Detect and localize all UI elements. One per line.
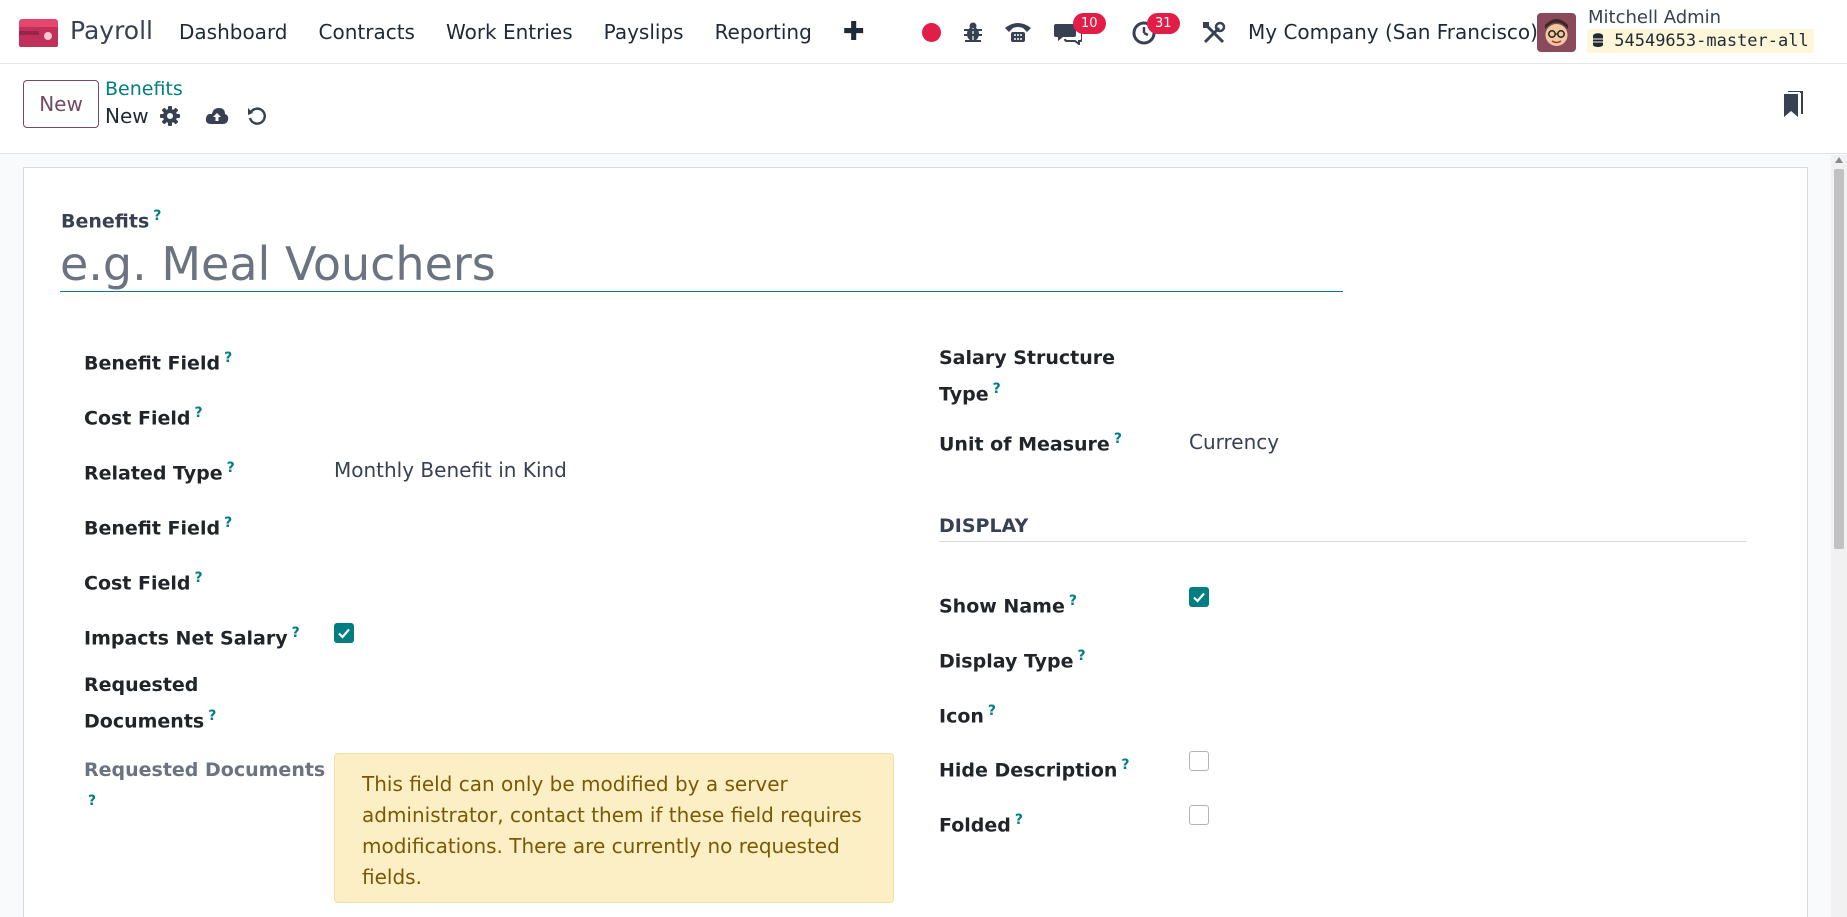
avatar[interactable] bbox=[1537, 13, 1576, 52]
menu-plus-button[interactable]: ✚ bbox=[843, 17, 865, 47]
database-name: 54549653-master-all bbox=[1614, 31, 1809, 51]
icon-label: Icon? bbox=[939, 703, 997, 728]
payroll-app-icon[interactable] bbox=[19, 19, 58, 47]
help-tooltip[interactable]: ? bbox=[208, 708, 216, 724]
help-tooltip[interactable]: ? bbox=[1015, 812, 1023, 828]
help-tooltip[interactable]: ? bbox=[195, 570, 203, 586]
database-badge: 54549653-master-all bbox=[1587, 29, 1814, 53]
help-tooltip[interactable]: ? bbox=[195, 405, 203, 421]
menu-payslips[interactable]: Payslips bbox=[604, 20, 684, 44]
display-section-header: DISPLAY bbox=[939, 515, 1747, 542]
title-label: Benefits? bbox=[61, 208, 162, 233]
gear-icon[interactable] bbox=[160, 106, 180, 126]
menu-contracts[interactable]: Contracts bbox=[319, 20, 415, 44]
help-tooltip[interactable]: ? bbox=[1069, 593, 1077, 609]
top-navbar: Payroll Dashboard Contracts Work Entries… bbox=[0, 0, 1847, 64]
new-button[interactable]: New bbox=[23, 80, 99, 128]
unit-of-measure-field[interactable]: Currency bbox=[1189, 430, 1279, 454]
related-type-field[interactable]: Monthly Benefit in Kind bbox=[334, 458, 567, 482]
benefit-name-input[interactable] bbox=[60, 236, 1343, 292]
activities-count-badge: 31 bbox=[1147, 13, 1180, 34]
help-tooltip[interactable]: ? bbox=[1114, 431, 1122, 447]
show-name-label: Show Name? bbox=[939, 593, 1077, 618]
folded-label: Folded? bbox=[939, 812, 1023, 837]
help-tooltip[interactable]: ? bbox=[224, 350, 232, 366]
bug-icon[interactable] bbox=[963, 21, 983, 43]
menu-dashboard[interactable]: Dashboard bbox=[179, 20, 288, 44]
help-tooltip[interactable]: ? bbox=[153, 208, 161, 224]
help-tooltip[interactable]: ? bbox=[993, 381, 1001, 397]
user-name[interactable]: Mitchell Admin bbox=[1588, 7, 1721, 28]
undo-icon[interactable] bbox=[247, 106, 267, 126]
help-tooltip[interactable]: ? bbox=[227, 460, 235, 476]
requested-documents-alert: This field can only be modified by a ser… bbox=[334, 753, 894, 903]
tools-icon[interactable] bbox=[1202, 21, 1226, 45]
salary-structure-type-label: Salary Structure Type? bbox=[939, 347, 1116, 406]
folded-checkbox[interactable] bbox=[1189, 805, 1209, 825]
impacts-net-salary-label: Impacts Net Salary? bbox=[84, 625, 300, 650]
breadcrumb-parent[interactable]: Benefits bbox=[105, 78, 183, 100]
impacts-net-salary-checkbox[interactable] bbox=[334, 623, 354, 643]
help-tooltip[interactable]: ? bbox=[292, 625, 300, 641]
checkmark-icon bbox=[1193, 592, 1205, 603]
main-menu: Dashboard Contracts Work Entries Payslip… bbox=[179, 0, 865, 64]
unit-of-measure-label: Unit of Measure? bbox=[939, 431, 1122, 456]
requested-documents-muted-label: Requested Documents? bbox=[84, 759, 326, 809]
control-panel: New Benefits New bbox=[0, 64, 1847, 154]
cloud-upload-icon[interactable] bbox=[205, 106, 229, 126]
help-tooltip[interactable]: ? bbox=[1078, 648, 1086, 664]
breadcrumb-current: New bbox=[105, 104, 149, 128]
form-sheet: Benefits? Benefit Field? Cost Field? Rel… bbox=[23, 167, 1808, 917]
app-name[interactable]: Payroll bbox=[70, 16, 153, 45]
checkmark-icon bbox=[338, 628, 350, 639]
messages-count-badge: 10 bbox=[1073, 13, 1106, 34]
record-icon[interactable] bbox=[922, 23, 941, 42]
cost-field-2-label: Cost Field? bbox=[84, 570, 203, 595]
cost-field-label: Cost Field? bbox=[84, 405, 203, 430]
menu-reporting[interactable]: Reporting bbox=[715, 20, 812, 44]
requested-documents-label: Requested Documents? bbox=[84, 674, 217, 733]
menu-work-entries[interactable]: Work Entries bbox=[446, 20, 573, 44]
benefit-field-label: Benefit Field? bbox=[84, 350, 233, 375]
hide-description-checkbox[interactable] bbox=[1189, 751, 1209, 771]
help-tooltip[interactable]: ? bbox=[988, 703, 996, 719]
hide-description-label: Hide Description? bbox=[939, 757, 1130, 782]
help-tooltip[interactable]: ? bbox=[224, 515, 232, 531]
help-tooltip[interactable]: ? bbox=[1121, 757, 1129, 773]
benefit-field-2-label: Benefit Field? bbox=[84, 515, 233, 540]
show-name-checkbox[interactable] bbox=[1189, 587, 1209, 607]
help-tooltip[interactable]: ? bbox=[88, 793, 96, 809]
phone-icon[interactable] bbox=[1003, 20, 1033, 44]
scroll-thumb[interactable] bbox=[1834, 169, 1844, 549]
scroll-up-arrow[interactable] bbox=[1835, 157, 1843, 163]
display-type-label: Display Type? bbox=[939, 648, 1086, 673]
bookmark-icon[interactable] bbox=[1782, 91, 1804, 119]
database-icon bbox=[1593, 33, 1603, 47]
company-switcher[interactable]: My Company (San Francisco) bbox=[1248, 20, 1538, 44]
related-type-label: Related Type? bbox=[84, 460, 235, 485]
page-scrollbar[interactable] bbox=[1831, 155, 1847, 917]
